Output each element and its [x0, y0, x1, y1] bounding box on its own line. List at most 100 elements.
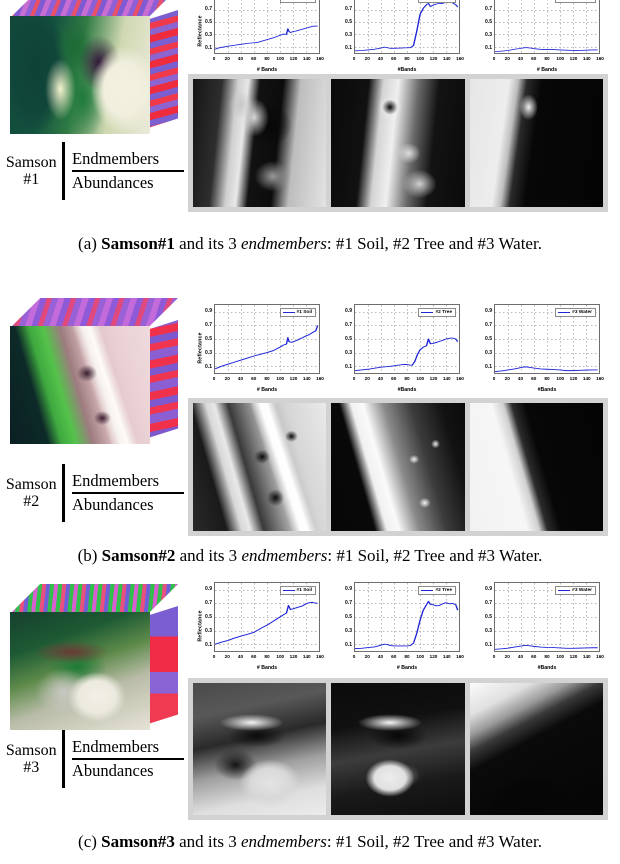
y-tick-label: 0.9 — [205, 308, 212, 314]
x-tick-label: 80 — [544, 56, 550, 61]
cube-front-face-image — [10, 16, 150, 134]
legend-label: #2 Tree — [435, 588, 452, 593]
y-tick-label: 0.9 — [485, 308, 492, 314]
legend-a3: #3 Water — [555, 0, 596, 3]
x-tick-label: 20 — [224, 56, 230, 61]
x-tick-label: 0 — [212, 56, 216, 61]
endmember-plot-strip-3: Reflectance 0.1 0.3 0.5 0.7 0.9 #1 Soil 0 20 4… — [188, 580, 608, 672]
x-axis-label: # Bands — [256, 67, 278, 73]
x-axis-ticks: 0 20 40 60 80 100 120 140 160 — [353, 654, 464, 662]
row-label-block-1: Samson #1 Endmembers Abundances — [4, 140, 184, 202]
y-axis-ticks: 0.10.30.50.70.9 — [336, 582, 353, 652]
legend-line-swatch — [282, 590, 295, 591]
x-tick-label: 100 — [276, 56, 285, 61]
abundance-map-strip-1 — [188, 74, 608, 212]
legend-line-swatch — [282, 312, 295, 313]
y-tick-label: 0.5 — [485, 336, 492, 342]
x-tick-label: 140 — [582, 376, 591, 381]
x-tick-label: 80 — [264, 654, 270, 659]
x-axis-ticks: 0 20 40 60 80 100 120 140 160 — [213, 376, 324, 384]
x-tick-label: 140 — [582, 56, 591, 61]
spectral-curve — [495, 47, 598, 53]
row-label-block-2: Samson #2 Endmembers Abundances — [4, 462, 184, 524]
y-tick-label: 0.5 — [205, 336, 212, 342]
endmembers-label: Endmembers — [72, 470, 160, 490]
dataset-label-2: Samson #2 — [4, 476, 62, 511]
x-tick-label: 140 — [442, 56, 451, 61]
caption-tag: (c) — [78, 832, 97, 851]
y-tick-label: 0.5 — [485, 614, 492, 620]
x-tick-label: 160 — [456, 56, 464, 61]
dataset-index: #3 — [23, 759, 40, 776]
legend-line-swatch — [558, 312, 571, 313]
cube-front-face-image — [10, 326, 150, 444]
hyperspectral-cube-samson-2 — [10, 298, 178, 450]
x-tick-label: 60 — [391, 56, 397, 61]
x-tick-label: 80 — [404, 654, 410, 659]
x-tick-label: 40 — [517, 376, 524, 381]
x-axis-label: #Bands — [537, 387, 557, 393]
y-tick-label: 0.5 — [345, 19, 352, 25]
caption-c: (c) Samson#3 and its 3 endmembers: #1 So… — [0, 832, 620, 852]
spectral-curve — [495, 366, 598, 373]
cube-and-label-column-1: Samson #1 Endmembers Abundances — [0, 0, 188, 234]
y-axis-ticks: 0.10.30.50.70.9 — [476, 0, 493, 54]
x-tick-label: 140 — [302, 56, 311, 61]
endmember-plot-c2: 0.1 0.3 0.5 0.7 0.9 #2 Tree 0 20 40 60 80 100 120 1… — [328, 580, 468, 672]
plot-area: #1 Soil — [214, 304, 320, 374]
x-tick-label: 120 — [429, 56, 438, 61]
spectral-curve — [215, 601, 318, 645]
y-tick-label: 0.3 — [345, 628, 352, 634]
x-tick-label: 160 — [596, 56, 604, 61]
plots-and-abundances-column-3: Reflectance 0.1 0.3 0.5 0.7 0.9 #1 Soil 0 20 4… — [188, 578, 620, 828]
x-tick-label: 60 — [391, 376, 397, 381]
dataset-name: Samson — [5, 153, 57, 171]
spectral-curve — [495, 644, 598, 650]
spectral-curve — [215, 325, 319, 370]
x-tick-label: 100 — [276, 376, 285, 381]
x-tick-label: 60 — [531, 654, 537, 659]
x-tick-label: 140 — [442, 654, 451, 659]
cube-top-face-icon — [10, 584, 178, 614]
plot-area: #2 Tree — [354, 0, 460, 54]
caption-rest: : #1 Soil, #2 Tree and #3 Water. — [326, 234, 542, 253]
x-axis-label: #Bands — [537, 665, 557, 671]
caption-mid: and its 3 — [175, 546, 242, 565]
x-tick-label: 40 — [517, 654, 524, 659]
y-axis-ticks: 0.10.30.50.70.9 — [476, 304, 493, 374]
x-tick-label: 120 — [289, 376, 298, 381]
x-tick-label: 60 — [531, 376, 537, 381]
x-axis-ticks: 0 20 40 60 80 100 120 140 160 — [212, 56, 324, 64]
x-tick-label: 40 — [377, 56, 384, 61]
caption-mid: and its 3 — [174, 234, 241, 253]
abundances-label: Abundances — [72, 761, 154, 781]
x-tick-label: 0 — [352, 376, 356, 381]
spectral-curve-svg — [495, 47, 598, 53]
spectral-curve — [355, 337, 459, 372]
x-tick-label: 40 — [237, 654, 244, 659]
y-axis-ticks: 0.10.30.50.70.9 — [336, 304, 353, 374]
x-tick-label: 80 — [404, 376, 410, 381]
cube-side-face-icon — [148, 606, 178, 724]
spectral-curve-svg — [355, 1, 459, 52]
x-tick-label: 100 — [556, 376, 565, 381]
caption-italic: endmembers — [240, 832, 327, 851]
x-tick-label: 140 — [302, 654, 311, 659]
label-stack-1: Endmembers Abundances — [65, 149, 184, 194]
x-tick-label: 140 — [302, 376, 311, 381]
y-tick-label: 0.1 — [205, 364, 212, 370]
y-tick-label: 0.7 — [205, 6, 212, 13]
y-tick-label: 0.3 — [205, 628, 212, 634]
x-tick-label: 20 — [364, 56, 370, 61]
x-tick-label: 100 — [276, 654, 285, 659]
legend-label: #3 Water — [572, 588, 592, 593]
x-tick-label: 80 — [544, 376, 550, 381]
x-tick-label: 40 — [377, 654, 384, 659]
y-tick-label: 0.5 — [485, 19, 492, 25]
x-tick-label: 40 — [237, 56, 244, 61]
plots-and-abundances-column-2: Reflectance 0.1 0.3 0.5 0.7 0.9 #1 Soil 0 20 4… — [188, 296, 620, 542]
x-tick-label: 140 — [442, 376, 451, 381]
abundance-map-soil — [193, 403, 327, 531]
y-tick-label: 0.3 — [485, 31, 492, 38]
dataset-name: Samson — [5, 475, 57, 493]
